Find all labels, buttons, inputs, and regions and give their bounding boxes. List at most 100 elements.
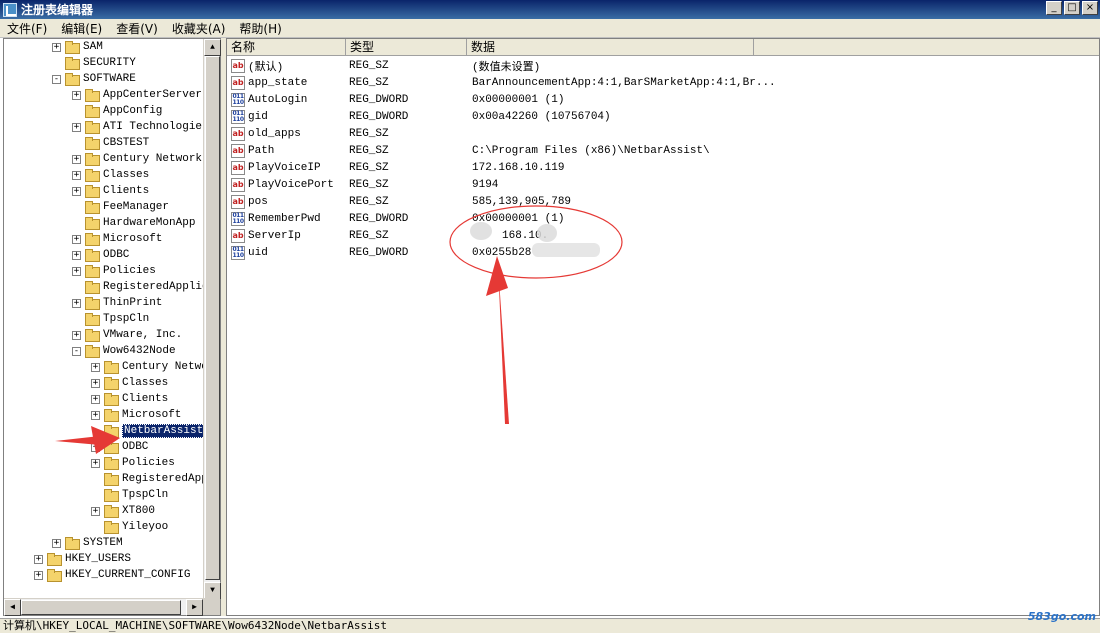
- expand-icon[interactable]: +: [91, 442, 100, 452]
- list-item[interactable]: 011 110 uid REG_DWORD 0x0255b28: [227, 244, 1099, 261]
- tree-node-label[interactable]: Microsoft: [122, 409, 181, 421]
- tree-node[interactable]: RegisteredApp: [91, 471, 203, 487]
- collapse-icon[interactable]: -: [72, 346, 81, 356]
- tree-node[interactable]: CBSTEST: [72, 135, 149, 151]
- tree-node[interactable]: + Classes: [91, 375, 168, 391]
- tree-node-label[interactable]: Wow6432Node: [103, 345, 176, 357]
- tree-node-label[interactable]: RegisteredApplic: [103, 281, 203, 293]
- tree-node[interactable]: + Century Network: [72, 151, 202, 167]
- list-item[interactable]: ab PlayVoiceIP REG_SZ 172.168.10.119: [227, 159, 1099, 176]
- tree-node[interactable]: SECURITY: [52, 55, 136, 71]
- value-name-cell[interactable]: ab PlayVoicePort: [227, 177, 346, 192]
- tree-node-label[interactable]: ATI Technologies: [103, 121, 203, 133]
- column-type-header[interactable]: 类型: [346, 39, 467, 56]
- tree-node[interactable]: HardwareMonApp: [72, 215, 195, 231]
- tree-node-label[interactable]: SOFTWARE: [83, 73, 136, 85]
- tree-node-label[interactable]: Policies: [122, 457, 175, 469]
- tree-node-label[interactable]: HKEY_CURRENT_CONFIG: [65, 569, 190, 581]
- tree-node-label[interactable]: TpspCln: [122, 489, 168, 501]
- expand-icon[interactable]: +: [72, 170, 81, 180]
- expand-icon[interactable]: +: [72, 250, 81, 260]
- tree-node-label[interactable]: RegisteredApp: [122, 473, 203, 485]
- expand-icon[interactable]: +: [72, 186, 81, 196]
- tree-node-label[interactable]: Clients: [122, 393, 168, 405]
- value-name-cell[interactable]: 011 110 uid: [227, 245, 346, 260]
- tree-node[interactable]: Yileyoo: [91, 519, 168, 535]
- tree-node-label[interactable]: ODBC: [122, 441, 148, 453]
- tree-node[interactable]: + Clients: [72, 183, 149, 199]
- expand-icon[interactable]: +: [52, 538, 61, 548]
- value-name-cell[interactable]: ab ServerIp: [227, 228, 346, 243]
- tree-horizontal-scrollbar[interactable]: ◀ ▶: [4, 598, 203, 616]
- tree-node-label[interactable]: Century Netwo: [122, 361, 203, 373]
- column-data-header[interactable]: 数据: [467, 39, 754, 56]
- tree-node-label[interactable]: Classes: [103, 169, 149, 181]
- expand-icon[interactable]: +: [91, 362, 100, 372]
- tree-node[interactable]: + ATI Technologies: [72, 119, 203, 135]
- tree-node-label[interactable]: TpspCln: [103, 313, 149, 325]
- value-name-cell[interactable]: 011 110 gid: [227, 109, 346, 124]
- menu-favorites[interactable]: 收藏夹(A): [165, 20, 233, 37]
- value-name-cell[interactable]: ab pos: [227, 194, 346, 209]
- tree-node[interactable]: FeeManager: [72, 199, 169, 215]
- value-name-cell[interactable]: ab PlayVoiceIP: [227, 160, 346, 175]
- tree-node-label[interactable]: SYSTEM: [83, 537, 123, 549]
- tree-node[interactable]: + Policies: [72, 263, 156, 279]
- tree-node[interactable]: + Microsoft: [72, 231, 162, 247]
- tree-node[interactable]: - Wow6432Node: [72, 343, 176, 359]
- value-name-cell[interactable]: 011 110 AutoLogin: [227, 92, 346, 107]
- expand-icon[interactable]: +: [52, 42, 61, 52]
- list-item[interactable]: 011 110 gid REG_DWORD 0x00a42260 (10756704): [227, 108, 1099, 125]
- list-item[interactable]: ab (默认) REG_SZ (数值未设置): [227, 57, 1099, 74]
- list-item[interactable]: ab pos REG_SZ 585,139,905,789: [227, 193, 1099, 210]
- value-name-cell[interactable]: ab old_apps: [227, 126, 346, 141]
- expand-icon[interactable]: +: [72, 90, 81, 100]
- tree-node-label[interactable]: AppCenterServer: [103, 89, 202, 101]
- tree-node-label[interactable]: Classes: [122, 377, 168, 389]
- scroll-up-icon[interactable]: ▲: [204, 39, 221, 56]
- list-item[interactable]: ab ServerIp REG_SZ 168.10.: [227, 227, 1099, 244]
- tree-node[interactable]: + Microsoft: [91, 407, 181, 423]
- value-name-cell[interactable]: 011 110 RememberPwd: [227, 211, 346, 226]
- collapse-icon[interactable]: -: [52, 74, 61, 84]
- tree-node-label[interactable]: ThinPrint: [103, 297, 162, 309]
- value-name-cell[interactable]: ab (默认): [227, 58, 346, 74]
- expand-icon[interactable]: +: [72, 122, 81, 132]
- list-item[interactable]: 011 110 AutoLogin REG_DWORD 0x00000001 (1): [227, 91, 1099, 108]
- tree-node-label[interactable]: HKEY_USERS: [65, 553, 131, 565]
- tree-node-label[interactable]: Century Network: [103, 153, 202, 165]
- tree-node[interactable]: + Clients: [91, 391, 168, 407]
- list-item[interactable]: ab old_apps REG_SZ: [227, 125, 1099, 142]
- tree-node-label[interactable]: Microsoft: [103, 233, 162, 245]
- expand-icon[interactable]: +: [72, 330, 81, 340]
- tree-node-label[interactable]: ODBC: [103, 249, 129, 261]
- list-item[interactable]: 011 110 RememberPwd REG_DWORD 0x00000001 (1…: [227, 210, 1099, 227]
- tree-node[interactable]: + AppCenterServer: [72, 87, 202, 103]
- close-button[interactable]: ×: [1082, 1, 1098, 15]
- tree-node-label[interactable]: HardwareMonApp: [103, 217, 195, 229]
- tree-node-label[interactable]: NetbarAssist: [122, 424, 203, 438]
- column-name-header[interactable]: 名称: [227, 39, 346, 56]
- tree-node[interactable]: + Policies: [91, 455, 175, 471]
- tree-node[interactable]: + VMware, Inc.: [72, 327, 182, 343]
- tree-node-label[interactable]: Yileyoo: [122, 521, 168, 533]
- value-name-cell[interactable]: ab app_state: [227, 75, 346, 90]
- tree-node[interactable]: NetbarAssist: [91, 423, 203, 439]
- expand-icon[interactable]: +: [34, 554, 43, 564]
- value-name-cell[interactable]: ab Path: [227, 143, 346, 158]
- expand-icon[interactable]: +: [91, 506, 100, 516]
- maximize-button[interactable]: □: [1064, 1, 1080, 15]
- tree-hscroll-thumb[interactable]: [21, 600, 181, 615]
- expand-icon[interactable]: +: [34, 570, 43, 580]
- scroll-left-icon[interactable]: ◀: [4, 599, 21, 616]
- expand-icon[interactable]: +: [72, 234, 81, 244]
- tree-node[interactable]: + XT800: [91, 503, 155, 519]
- list-item[interactable]: ab Path REG_SZ C:\Program Files (x86)\Netba…: [227, 142, 1099, 159]
- expand-icon[interactable]: +: [91, 458, 100, 468]
- tree-scroll-thumb[interactable]: [205, 56, 220, 580]
- tree-node[interactable]: + Classes: [72, 167, 149, 183]
- tree-node[interactable]: + HKEY_CURRENT_CONFIG: [34, 567, 190, 583]
- expand-icon[interactable]: +: [72, 154, 81, 164]
- scroll-down-icon[interactable]: ▼: [204, 582, 221, 599]
- tree-vertical-scrollbar[interactable]: ▲ ▼: [203, 39, 221, 599]
